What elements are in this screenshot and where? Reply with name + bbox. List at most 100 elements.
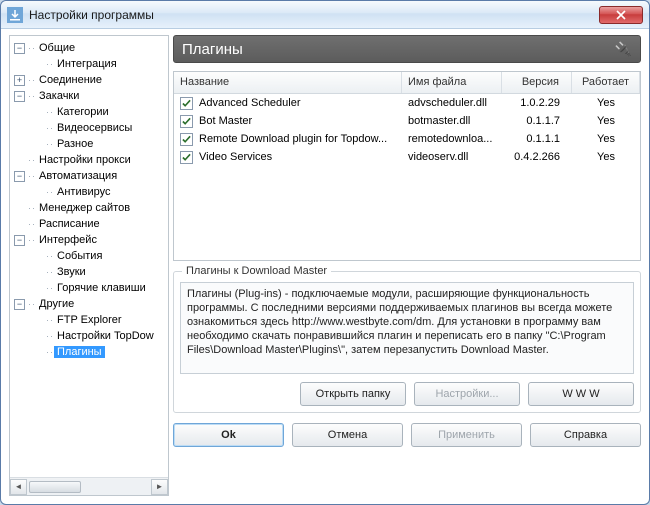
tree-node-label: Категории [54,106,112,118]
expand-toggle-icon[interactable]: − [14,91,25,102]
tree-node-label: Интерфейс [36,234,100,246]
expand-toggle-icon[interactable]: − [14,43,25,54]
plugin-icon: 🔌 [615,41,632,58]
tree-node[interactable]: ··Расписание [12,216,166,232]
tree-connector-icon: ·· [28,171,36,181]
expand-toggle-icon[interactable]: − [14,235,25,246]
tree-node[interactable]: −··Общие [12,40,166,56]
plugin-works: Yes [572,115,640,127]
open-folder-button[interactable]: Открыть папку [300,382,406,406]
tree-node[interactable]: ··События [12,248,166,264]
plugin-works: Yes [572,97,640,109]
tree-node-label: Менеджер сайтов [36,202,133,214]
plugin-settings-button[interactable]: Настройки... [414,382,520,406]
tree-node[interactable]: ··Видеосервисы [12,120,166,136]
scroll-thumb[interactable] [29,481,81,493]
tree-node-label: События [54,250,105,262]
expand-toggle-icon[interactable]: − [14,299,25,310]
group-title: Плагины к Download Master [182,265,331,277]
plugin-file: videoserv.dll [402,151,502,163]
tree-node[interactable]: ··Антивирус [12,184,166,200]
table-row[interactable]: Advanced Scheduleradvscheduler.dll1.0.2.… [174,94,640,112]
tree-node-label: Автоматизация [36,170,120,182]
tree-node-label: Горячие клавиши [54,282,149,294]
ok-button[interactable]: Ok [173,423,284,447]
main-panel: Плагины 🔌 Название Имя файла Версия Рабо… [173,35,641,496]
help-button[interactable]: Справка [530,423,641,447]
apply-button[interactable]: Применить [411,423,522,447]
tree-connector-icon: ·· [46,315,54,325]
tree-node-label: Настройки прокси [36,154,134,166]
table-row[interactable]: Remote Download plugin for Topdow...remo… [174,130,640,148]
scroll-left-button[interactable]: ◄ [10,479,27,495]
tree-connector-icon: ·· [28,219,36,229]
plugin-checkbox[interactable] [180,151,193,164]
cancel-button[interactable]: Отмена [292,423,403,447]
tree-connector-icon: ·· [28,235,36,245]
tree-node-label: Расписание [36,218,103,230]
tree-node[interactable]: −··Интерфейс [12,232,166,248]
sidebar: −··Общие··Интеграция+··Соединение−··Зака… [9,35,169,496]
col-works[interactable]: Работает [572,72,640,93]
close-button[interactable] [599,6,643,24]
col-file[interactable]: Имя файла [402,72,502,93]
plugin-works: Yes [572,151,640,163]
scroll-track[interactable] [27,479,151,495]
tree-connector-icon: ·· [28,203,36,213]
col-name[interactable]: Название [174,72,402,93]
tree-node[interactable]: ··FTP Explorer [12,312,166,328]
tree-connector-icon: ·· [46,283,54,293]
plugin-version: 0.1.1.1 [502,133,572,145]
tree-connector-icon: ·· [28,43,36,53]
description-text: Плагины (Plug-ins) - подключаемые модули… [180,282,634,374]
tree-node[interactable]: ··Настройки TopDow [12,328,166,344]
tree-connector-icon: ·· [46,347,54,357]
scroll-right-button[interactable]: ► [151,479,168,495]
app-icon [7,7,23,23]
tree-node-label: Другие [36,298,77,310]
plugin-checkbox[interactable] [180,115,193,128]
tree-node[interactable]: ··Разное [12,136,166,152]
tree-connector-icon: ·· [46,107,54,117]
table-row[interactable]: Video Servicesvideoserv.dll0.4.2.266Yes [174,148,640,166]
tree-node[interactable]: ··Категории [12,104,166,120]
tree-node-label: Разное [54,138,96,150]
tree-node[interactable]: ··Интеграция [12,56,166,72]
expand-toggle-icon[interactable]: − [14,171,25,182]
panel-title: Плагины [182,41,243,58]
tree-connector-icon: ·· [46,187,54,197]
tree-node-label: Плагины [54,346,105,358]
tree-connector-icon: ·· [28,155,36,165]
tree-node[interactable]: +··Соединение [12,72,166,88]
tree-node[interactable]: ··Настройки прокси [12,152,166,168]
plugin-checkbox[interactable] [180,97,193,110]
tree-node-label: Видеосервисы [54,122,135,134]
tree-connector-icon: ·· [46,59,54,69]
table-header[interactable]: Название Имя файла Версия Работает [174,72,640,94]
settings-window: Настройки программы −··Общие··Интеграция… [0,0,650,505]
plugin-version: 0.4.2.266 [502,151,572,163]
group-buttons: Открыть папку Настройки... W W W [180,382,634,406]
tree-node[interactable]: ··Плагины [12,344,166,360]
tree-connector-icon: ·· [46,139,54,149]
tree-node[interactable]: −··Закачки [12,88,166,104]
tree-node[interactable]: ··Менеджер сайтов [12,200,166,216]
www-button[interactable]: W W W [528,382,634,406]
sidebar-scrollbar[interactable]: ◄ ► [10,477,168,495]
tree-node[interactable]: −··Автоматизация [12,168,166,184]
titlebar[interactable]: Настройки программы [1,1,649,29]
col-version[interactable]: Версия [502,72,572,93]
tree-node[interactable]: ··Горячие клавиши [12,280,166,296]
expand-toggle-icon[interactable]: + [14,75,25,86]
tree-connector-icon: ·· [28,91,36,101]
table-row[interactable]: Bot Masterbotmaster.dll0.1.1.7Yes [174,112,640,130]
tree-node[interactable]: ··Звуки [12,264,166,280]
tree-node-label: Соединение [36,74,105,86]
nav-tree[interactable]: −··Общие··Интеграция+··Соединение−··Зака… [10,36,168,477]
plugin-name: Bot Master [199,115,252,127]
tree-connector-icon: ·· [46,123,54,133]
plugin-file: botmaster.dll [402,115,502,127]
tree-node[interactable]: −··Другие [12,296,166,312]
plugin-checkbox[interactable] [180,133,193,146]
close-icon [616,10,626,20]
